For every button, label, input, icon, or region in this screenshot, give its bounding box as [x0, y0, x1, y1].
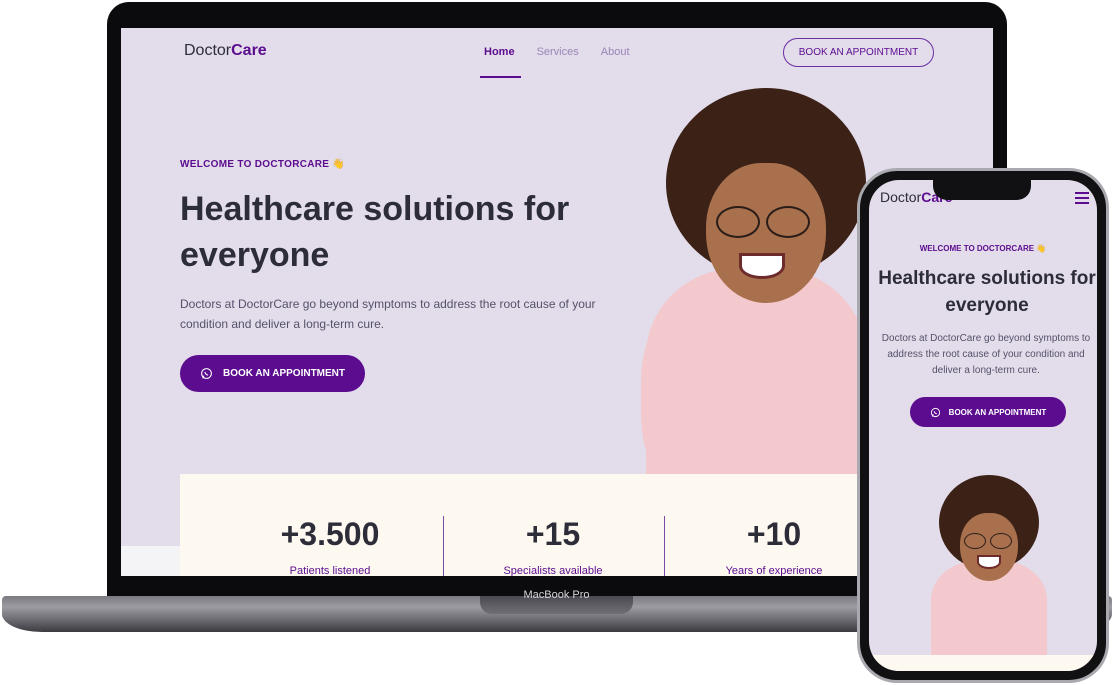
stat-label: Years of experience — [725, 565, 823, 576]
logo-regular-text: Doctor — [184, 42, 232, 59]
welcome-tagline: WELCOME TO DOCTORCARE 👋 — [180, 159, 346, 170]
whatsapp-icon — [930, 407, 940, 417]
phone-button-label: BOOK AN APPOINTMENT — [948, 407, 1047, 417]
phone-welcome-tagline: WELCOME TO DOCTORCARE 👋 — [919, 244, 1047, 253]
logo-regular-text: Doctor — [880, 189, 922, 205]
nav-about[interactable]: About — [601, 46, 630, 58]
phone-book-appointment-button[interactable]: BOOK AN APPOINTMENT — [910, 397, 1066, 427]
phone-hero-title: Healthcare solutions for everyone — [878, 268, 1096, 316]
hero-description: Doctors at DoctorCare go beyond symptoms… — [180, 297, 596, 331]
stat-patients: +3.500 Patients listened — [230, 516, 430, 576]
phone-stats-edge — [869, 655, 1097, 671]
stat-divider — [443, 516, 444, 576]
stat-number: +15 — [525, 516, 581, 552]
main-nav: Home Services About — [480, 46, 630, 78]
stat-specialists: +15 Specialists available — [453, 516, 653, 576]
site-logo[interactable]: DoctorCare — [184, 42, 267, 60]
phone-screen: DoctorCare WELCOME TO DOCTORCARE 👋 Healt… — [869, 180, 1097, 671]
phone-notch — [933, 176, 1031, 200]
hero-button-label: BOOK AN APPOINTMENT — [222, 368, 346, 379]
stat-label: Specialists available — [503, 565, 603, 576]
phone-hero-description: Doctors at DoctorCare go beyond symptoms… — [881, 333, 1091, 376]
stat-divider — [664, 516, 665, 576]
laptop-brand-label: MacBook Pro — [523, 589, 590, 601]
hero-photo — [641, 88, 871, 478]
nav-services[interactable]: Services — [537, 46, 579, 58]
nav-home[interactable]: Home — [480, 46, 521, 78]
hamburger-menu-icon[interactable] — [1075, 192, 1089, 207]
header-book-appointment-button[interactable]: BOOK AN APPOINTMENT — [783, 38, 934, 67]
stat-experience: +10 Years of experience — [674, 516, 874, 576]
whatsapp-icon — [201, 368, 212, 379]
page-edge — [121, 546, 180, 576]
logo-bold-text: Care — [231, 42, 267, 59]
phone-hero-photo — [929, 475, 1049, 655]
stat-number: +10 — [746, 516, 802, 552]
stats-panel: +3.500 Patients listened +15 Specialists… — [180, 474, 880, 576]
hero-book-appointment-button[interactable]: BOOK AN APPOINTMENT — [180, 355, 365, 392]
stat-label: Patients listened — [289, 565, 371, 576]
hero-title: Healthcare solutions for everyone — [180, 190, 570, 274]
stat-number: +3.500 — [280, 516, 380, 552]
